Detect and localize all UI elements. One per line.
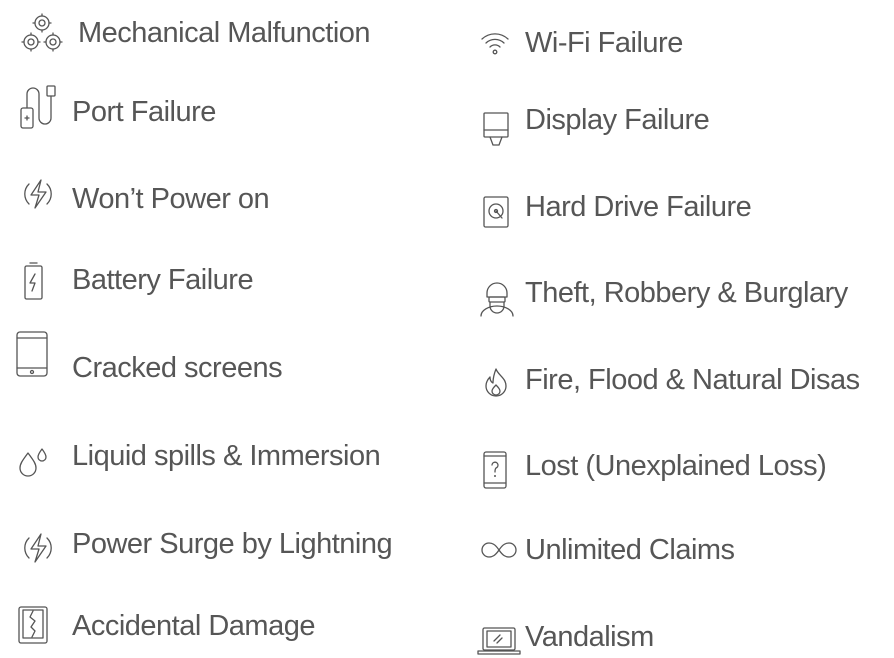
power-bolt-icon [20,176,56,212]
item-label: Wi-Fi Failure [525,27,683,59]
hard-drive-icon [483,196,509,228]
item-label: Cracked screens [72,352,283,384]
item-label: Won’t Power on [72,183,270,215]
cracked-phone-icon [18,606,48,644]
thief-icon [480,279,514,317]
item-label: Mechanical Malfunction [78,17,371,49]
item-label: Liquid spills & Immersion [72,440,381,472]
display-icon [483,112,509,146]
item-label: Power Surge by Lightning [72,528,393,560]
item-label: Display Failure [525,104,710,136]
item-label: Hard Drive Failure [525,191,752,223]
cable-icon [20,84,58,130]
laptop-icon [477,627,521,657]
item-label: Theft, Robbery & Burglary [525,277,848,309]
gears-icon [20,12,64,56]
droplets-icon [18,447,50,477]
question-phone-icon [483,451,507,489]
battery-icon [22,261,46,301]
item-label: Lost (Unexplained Loss) [525,450,827,482]
power-bolt-icon [20,530,56,566]
item-label: Accidental Damage [72,610,315,642]
item-label: Vandalism [525,621,654,653]
item-label: Unlimited Claims [525,534,735,566]
flame-icon [483,367,509,397]
tablet-icon [16,331,48,377]
item-label: Battery Failure [72,264,254,296]
infinity-icon [480,542,518,558]
item-label: Port Failure [72,96,216,128]
wifi-icon [480,31,510,57]
item-label: Fire, Flood & Natural Disas [525,364,860,396]
